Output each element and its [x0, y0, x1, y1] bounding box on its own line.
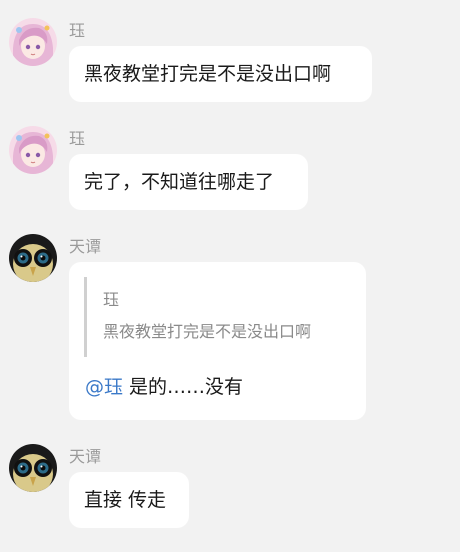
message-text: 直接 传走 [84, 489, 167, 511]
sender-name: 天谭 [69, 237, 102, 256]
message-text: 是的……没有 [123, 376, 244, 398]
sender-name: 珏 [69, 129, 86, 148]
sender-avatar[interactable] [9, 444, 57, 492]
message-text: 完了，不知道往哪走了 [84, 171, 275, 193]
reply-text-line: @珏 是的……没有 [85, 374, 243, 400]
message-bubble[interactable]: 黑夜教堂打完是不是没出口啊 [69, 46, 372, 102]
quoted-text[interactable]: 黑夜教堂打完是不是没出口啊 [103, 318, 311, 342]
quoted-sender: 珏 [103, 290, 120, 309]
chat-window: 珏 黑夜教堂打完是不是没出口啊 珏 完了，不知道往哪走了 天谭 珏 黑夜教堂打完… [0, 0, 460, 552]
message-bubble[interactable]: 珏 黑夜教堂打完是不是没出口啊 @珏 是的……没有 [69, 262, 366, 420]
sender-avatar[interactable] [9, 126, 57, 174]
sender-avatar[interactable] [9, 234, 57, 282]
sender-name: 天谭 [69, 447, 102, 466]
message-text: 黑夜教堂打完是不是没出口啊 [84, 63, 332, 85]
message-bubble[interactable]: 直接 传走 [69, 472, 189, 528]
message-bubble[interactable]: 完了，不知道往哪走了 [69, 154, 308, 210]
quote-bar [84, 277, 87, 357]
sender-name: 珏 [69, 21, 86, 40]
sender-avatar[interactable] [9, 18, 57, 66]
mention-link[interactable]: @珏 [85, 376, 123, 398]
